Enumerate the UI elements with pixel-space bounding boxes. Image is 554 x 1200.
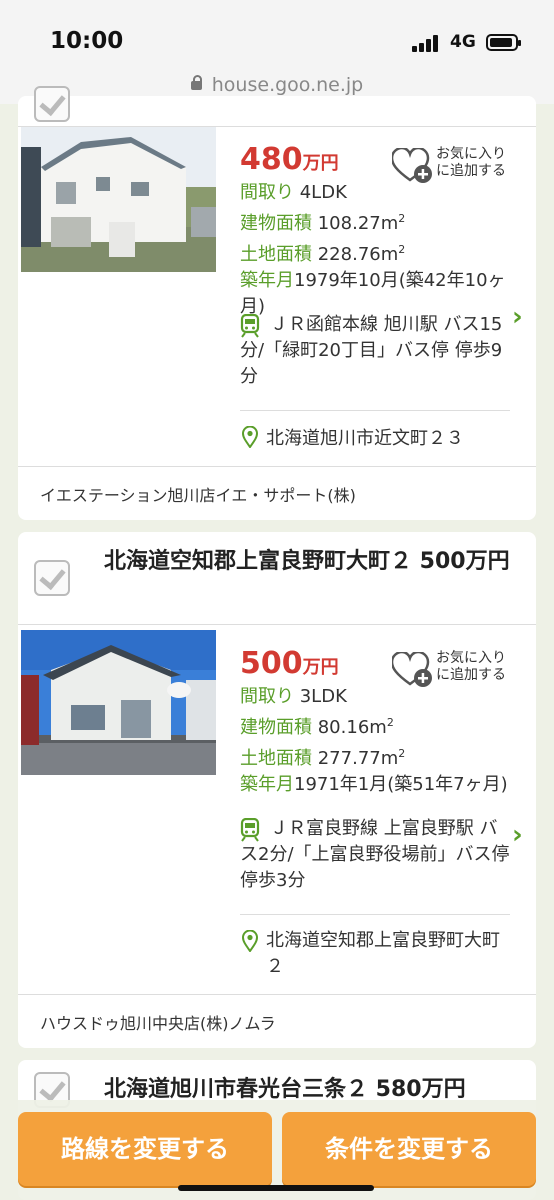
status-bar: 10:00 4G: [0, 0, 554, 66]
layout-label: 間取り: [240, 182, 294, 203]
favorite-label: お気に入り: [436, 650, 506, 666]
card-header: [18, 96, 536, 127]
property-photo[interactable]: [21, 630, 216, 775]
listing-address: 北海道空知郡上富良野町大町２: [266, 930, 500, 977]
layout-label: 間取り: [240, 686, 294, 707]
price-value: 480: [240, 142, 303, 177]
listing-details: 間取り 3LDK 建物面積 80.16m2 土地面積 277.77m2 築年月1…: [240, 686, 508, 795]
divider: [240, 410, 510, 411]
divider: [18, 994, 536, 995]
change-route-button[interactable]: 路線を変更する: [18, 1112, 272, 1186]
change-conditions-button[interactable]: 条件を変更する: [282, 1112, 536, 1186]
layout-value: 4LDK: [299, 182, 347, 203]
listing-price: 480万円: [240, 142, 339, 177]
listing-details: 間取り 4LDK 建物面積 108.27m2 土地面積 228.76m2 築年月…: [240, 182, 506, 317]
building-area-label: 建物面積: [240, 717, 312, 738]
listing-card[interactable]: 北海道空知郡上富良野町大町２ 500万円 500万円 お気に入り に追加する 間取…: [18, 532, 536, 1048]
land-area-label: 土地面積: [240, 244, 312, 265]
access-info: ＪＲ富良野線 上富良野駅 バス2分/「上富良野役場前」バス停 停歩3分: [240, 818, 510, 891]
heart-plus-icon: [392, 652, 432, 687]
signal-icon: [412, 34, 444, 52]
network-type: 4G: [450, 32, 476, 52]
land-area-value: 228.76m: [317, 244, 399, 265]
favorite-label-2: に追加する: [436, 667, 506, 683]
agency-name: ハウスドゥ旭川中央店(株)ノムラ: [40, 1014, 276, 1033]
clock: 10:00: [50, 28, 124, 54]
building-area-label: 建物面積: [240, 213, 312, 234]
divider: [18, 466, 536, 467]
favorite-label: お気に入り: [436, 146, 506, 162]
land-area-label: 土地面積: [240, 748, 312, 769]
price-unit: 万円: [302, 657, 339, 678]
chevron-right-icon[interactable]: ›: [512, 302, 523, 332]
listing-title[interactable]: 北海道空知郡上富良野町大町２ 500万円: [104, 546, 524, 578]
layout-value: 3LDK: [299, 686, 347, 707]
price-value: 500: [240, 646, 303, 681]
listing-checkbox[interactable]: [34, 560, 70, 596]
listing-price: 500万円: [240, 646, 339, 681]
access-info: ＪＲ函館本線 旭川駅 バス15分/「緑町20丁目」バス停 停歩9分: [240, 314, 503, 387]
divider: [240, 914, 510, 915]
location-pin-icon: [242, 426, 258, 448]
building-area-value: 108.27m: [317, 213, 399, 234]
url-text: house.goo.ne.jp: [211, 74, 364, 96]
home-indicator: [178, 1185, 374, 1191]
property-photo[interactable]: [21, 127, 216, 272]
listing-address: 北海道旭川市近文町２３: [266, 428, 464, 449]
land-area-value: 277.77m: [317, 748, 399, 769]
heart-plus-icon: [392, 148, 432, 183]
location-pin-icon: [242, 930, 258, 952]
favorite-label-2: に追加する: [436, 163, 506, 179]
built-label: 築年月: [240, 774, 294, 795]
agency-name: イエステーション旭川店イエ・サポート(株): [40, 486, 356, 505]
chevron-right-icon[interactable]: ›: [512, 820, 523, 850]
built-value: 1971年1月(築51年7ヶ月): [294, 774, 508, 795]
listing-card[interactable]: 480万円 お気に入り に追加する 間取り 4LDK 建物面積 108.27m2 …: [18, 86, 536, 520]
built-label: 築年月: [240, 270, 294, 291]
battery-icon: [486, 34, 521, 51]
price-unit: 万円: [302, 153, 339, 174]
lock-icon: [190, 75, 202, 90]
building-area-value: 80.16m: [317, 717, 387, 738]
